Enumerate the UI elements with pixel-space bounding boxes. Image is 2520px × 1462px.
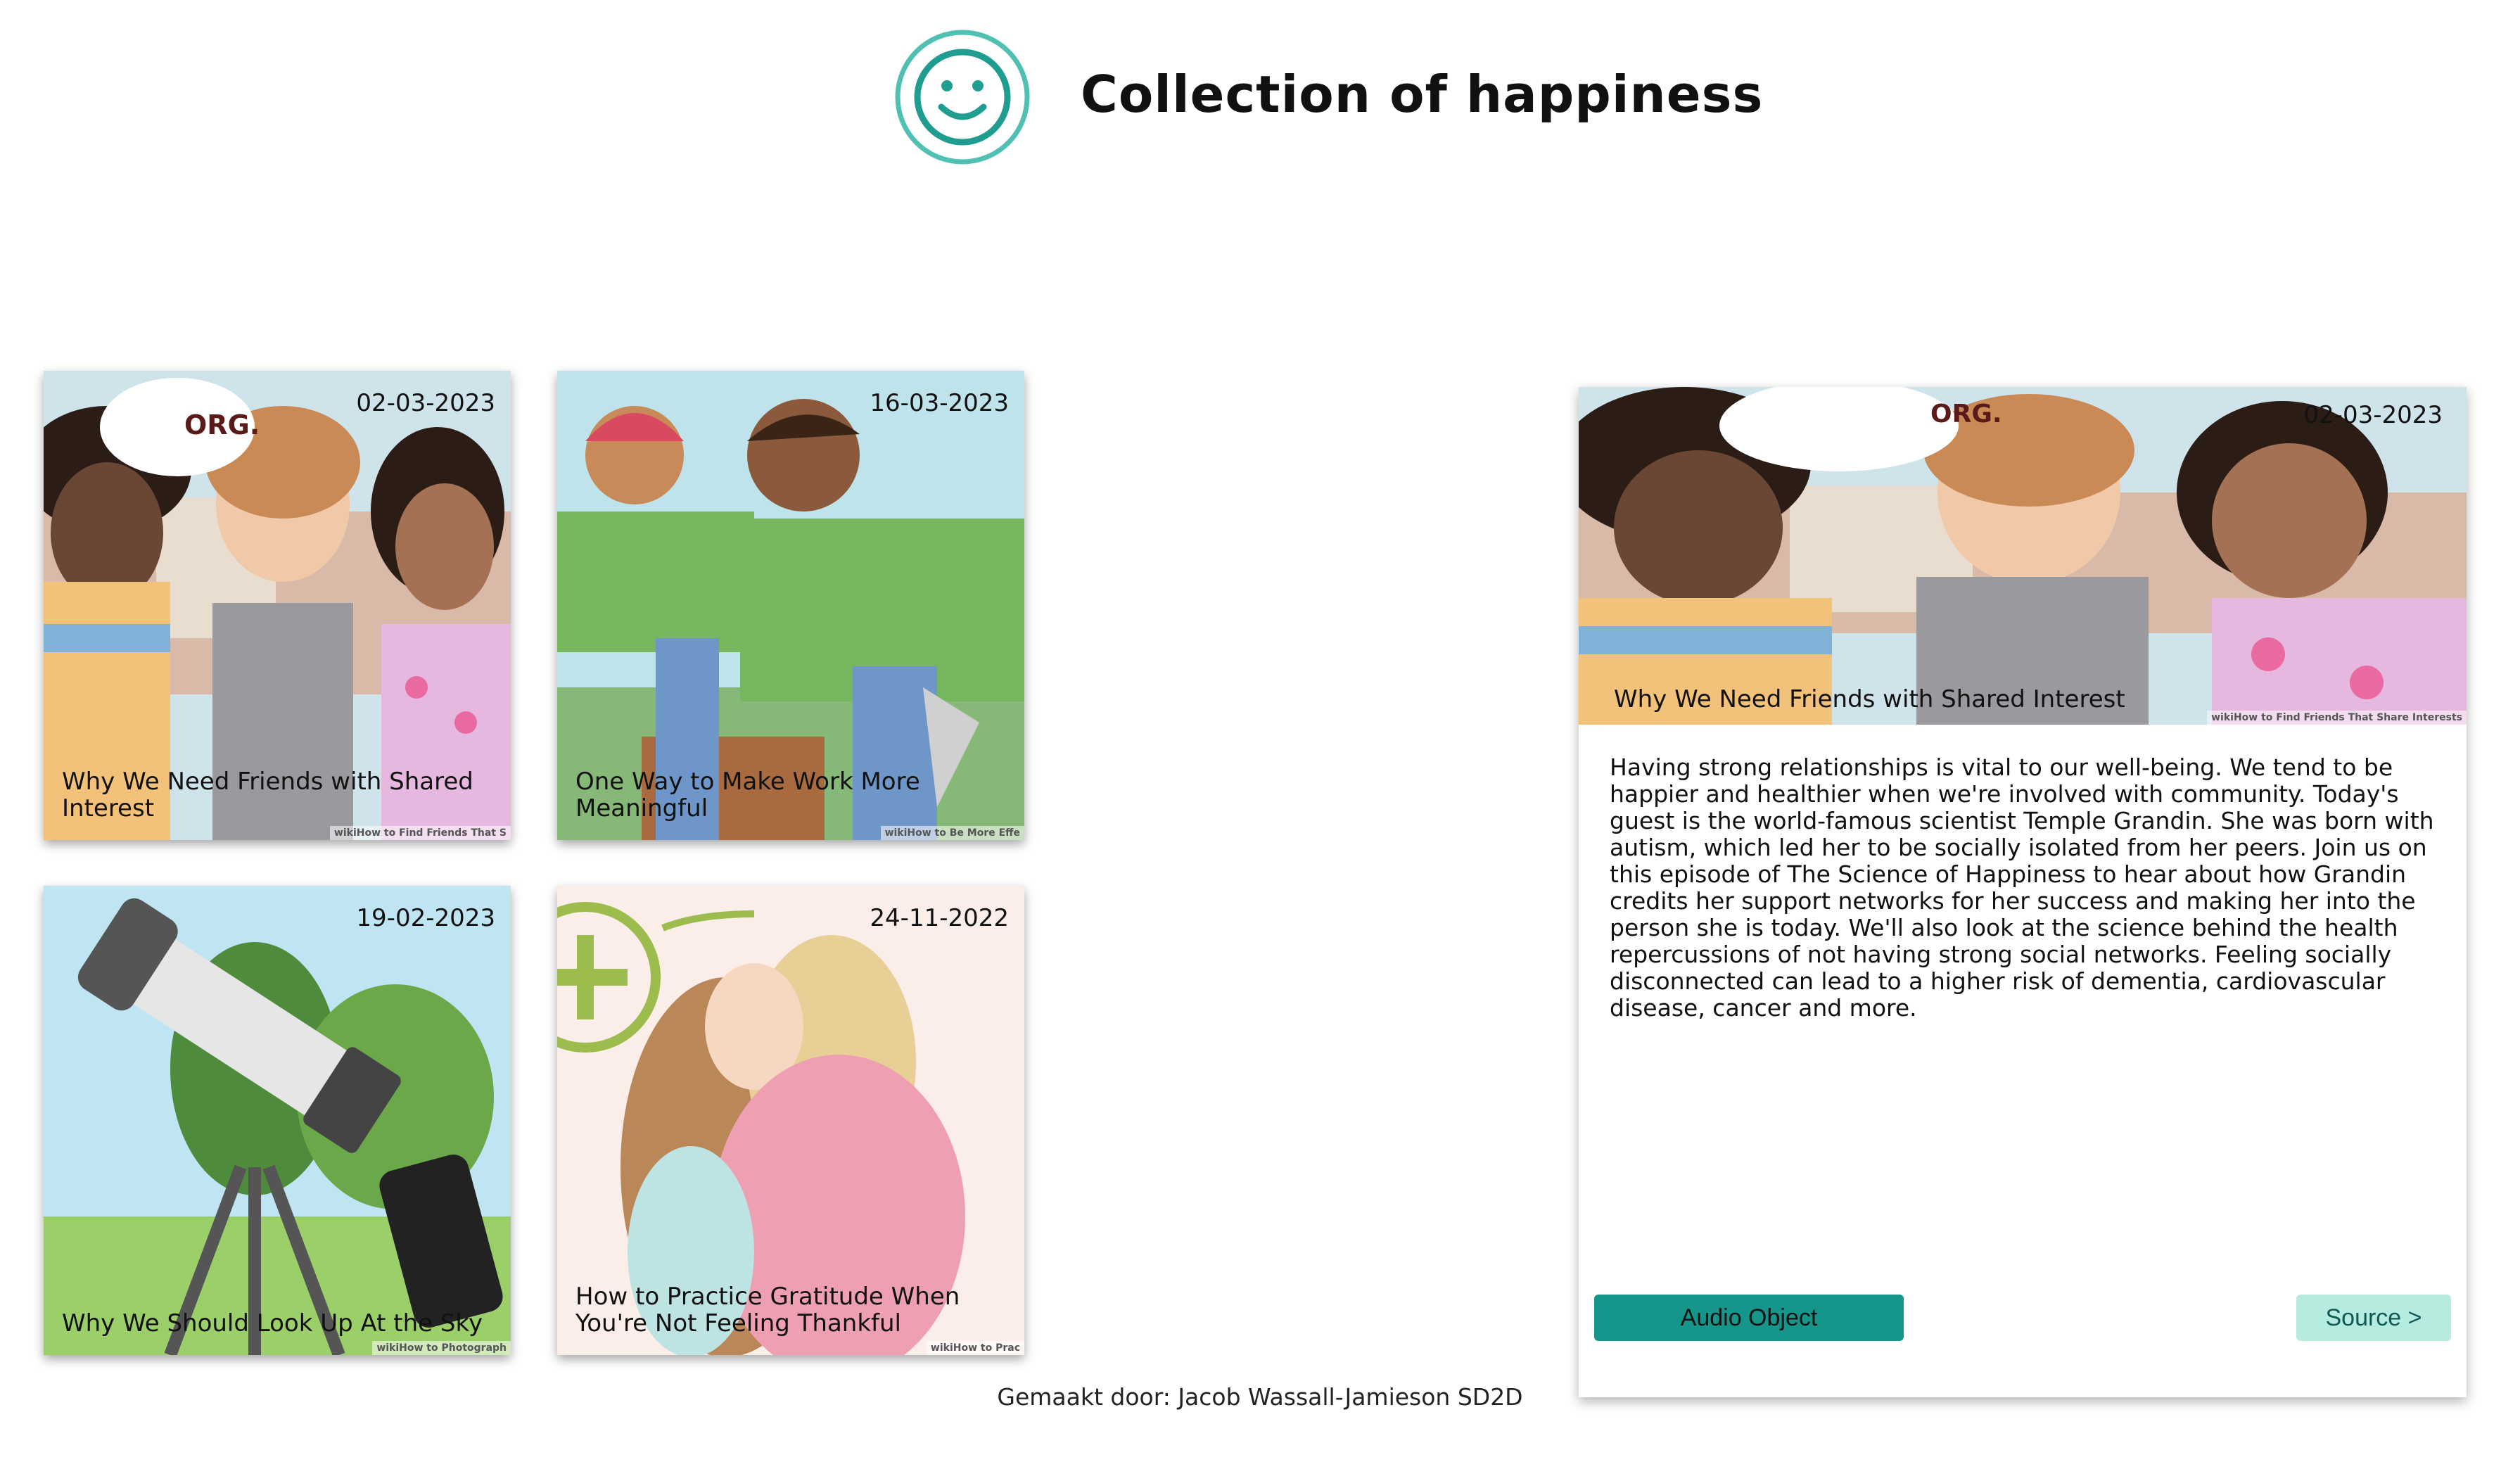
watermark: wikiHow to Photograph [372,1341,511,1355]
watermark: wikiHow to Be More Effe [880,826,1024,840]
smiley-face-icon [895,30,1030,165]
card-meaningful-work[interactable]: 16-03-2023 One Way to Make Work More Mea… [557,371,1024,840]
detail-description: Having strong relationships is vital to … [1610,754,2434,1022]
card-date: 02-03-2023 [356,389,495,417]
detail-title: Why We Need Friends with Shared Interest [1614,685,2125,713]
card-date: 19-02-2023 [356,904,495,932]
card-look-up-sky[interactable]: 19-02-2023 Why We Should Look Up At the … [44,886,511,1355]
detail-date: 02-03-2023 [2303,401,2443,429]
card-date: 24-11-2022 [870,904,1009,932]
svg-text:ORG.: ORG. [1930,400,2002,428]
source-button[interactable]: Source > [2296,1295,2451,1341]
watermark: wikiHow to Find Friends That Share Inter… [2207,711,2467,725]
friends-illustration: ORG. [1579,387,2467,725]
card-title: How to Practice Gratitude When You're No… [575,1283,960,1337]
card-friends-shared-interest[interactable]: ORG. 02-03-2023 Why We Need Friends with… [44,371,511,840]
card-title: Why We Should Look Up At the Sky [62,1309,483,1337]
watermark: wikiHow to Prac [926,1341,1024,1355]
telescope-illustration [44,886,511,1355]
watermark: wikiHow to Find Friends That S [329,826,511,840]
page-header: Collection of happiness [0,0,2520,183]
svg-text:ORG.: ORG. [184,409,260,440]
audio-object-button[interactable]: Audio Object [1594,1295,1904,1341]
card-practice-gratitude[interactable]: 24-11-2022 How to Practice Gratitude Whe… [557,886,1024,1355]
card-title: One Way to Make Work More Meaningful [575,768,920,822]
card-date: 16-03-2023 [870,389,1009,417]
footer-credit: Gemaakt door: Jacob Wassall-Jamieson SD2… [997,1383,1523,1411]
detail-panel: ORG. 02-03-2023 Why We Need Friends with… [1579,387,2467,1397]
page-title: Collection of happiness [1081,65,1764,124]
card-title: Why We Need Friends with Shared Interest [62,768,473,822]
detail-hero-image: ORG. 02-03-2023 Why We Need Friends with… [1579,387,2467,725]
